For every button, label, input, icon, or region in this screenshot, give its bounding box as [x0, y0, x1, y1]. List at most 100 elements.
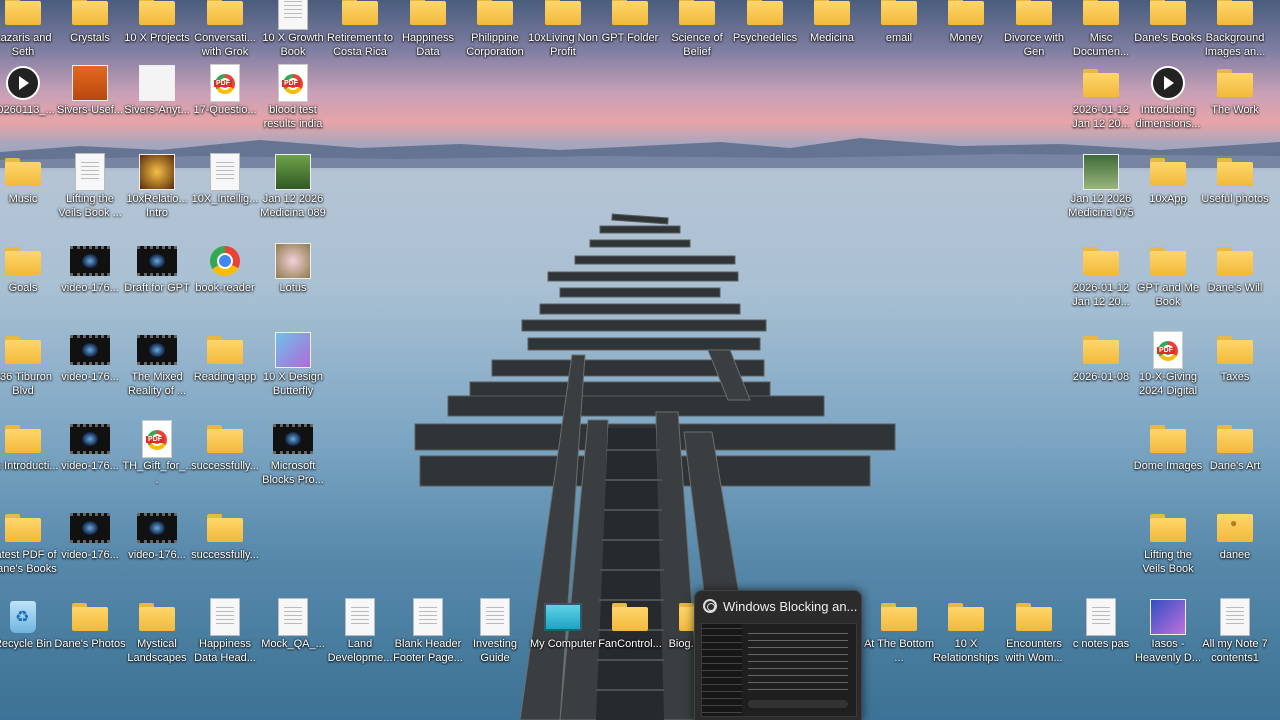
desktop-icon-music[interactable]: Music — [0, 155, 58, 206]
desktop-icon-dane-s-will[interactable]: Dane's Will — [1200, 244, 1270, 295]
desktop-icon-10-x-giving-2024-digital[interactable]: PDF 10-X-Giving 2024 Digital — [1133, 331, 1203, 398]
window-thumbnail[interactable] — [701, 623, 857, 717]
desktop-icon-an-introducti[interactable]: An Introducti... — [0, 422, 58, 473]
icon-label: Recycle Bin — [0, 638, 53, 650]
desktop-icon-jan-12-2026-medicina-089[interactable]: Jan 12 2026 Medicina 089 — [258, 154, 328, 220]
desktop-icon-misc-documen[interactable]: Misc Documen... — [1066, 0, 1136, 59]
desktop-icon-iasos-heavenly-d[interactable]: Iasos - Heavenly D... — [1133, 599, 1203, 665]
icon-label: video-176... — [61, 371, 119, 383]
desktop-icon-10xapp[interactable]: 10xApp — [1133, 155, 1203, 206]
desktop-icon-lifting-the-veils-book[interactable]: Lifting the Veils Book — [1133, 511, 1203, 576]
desktop-icon-10xliving-non-profit[interactable]: 10xLiving Non Profit — [528, 0, 598, 59]
desktop-icon-recycle-bin[interactable]: Recycle Bin — [0, 600, 58, 651]
desktop-icon-video-176[interactable]: video-176... — [55, 422, 125, 473]
desktop-icon-video-176[interactable]: video-176... — [55, 244, 125, 295]
desktop-icon-retirement-to-costa-rica[interactable]: Retirement to Costa Rica — [325, 0, 395, 59]
desktop-icon-gpt-and-me-book[interactable]: GPT and Me Book — [1133, 244, 1203, 309]
desktop[interactable]: Lazaris and Seth Crystals 10 X Projects Con… — [0, 0, 1280, 720]
icon-label: All my Note 7 contents1 — [1202, 638, 1268, 664]
desktop-icon-10xrelatio-intro[interactable]: 10xRelatio... Intro — [122, 154, 192, 220]
desktop-icon-jan-12-2026-medicina-075[interactable]: Jan 12 2026 Medicina 075 — [1066, 154, 1136, 220]
desktop-icon-introducing-dimensions[interactable]: Introducing dimensions... — [1133, 66, 1203, 131]
desktop-icon-philippine-corporation[interactable]: Philippine Corporation — [460, 0, 530, 59]
icon-label: TH_Gift_for_... — [122, 460, 192, 486]
desktop-icon-goals[interactable]: Goals — [0, 244, 58, 295]
desktop-icon-sivers-anyt[interactable]: Sivers-Anyt... — [122, 65, 192, 117]
icon-image — [205, 511, 245, 545]
folder-icon — [679, 0, 715, 25]
icon-image — [1081, 244, 1121, 278]
desktop-icon-video-176[interactable]: video-176... — [122, 511, 192, 562]
desktop-icon-microsoft-blocks-pro[interactable]: Microsoft Blocks Pro... — [258, 422, 328, 487]
desktop-icon-mystical-landscapes[interactable]: Mystical Landscapes — [122, 600, 192, 665]
desktop-icon-fancontrol[interactable]: FanControl... — [595, 600, 665, 651]
desktop-icon-at-the-bottom[interactable]: At The Bottom ... — [864, 600, 934, 665]
desktop-icon-the-mixed-reality-of[interactable]: The Mixed Reality of ... — [122, 333, 192, 398]
desktop-icon-investing-guide[interactable]: Investing Guide — [460, 598, 530, 665]
desktop-icon-blood-test-results-india[interactable]: PDF blood test results india — [258, 64, 328, 131]
desktop-icon-17-questio[interactable]: PDF 17-Questio... — [190, 64, 260, 117]
desktop-icon-lazaris-and-seth[interactable]: Lazaris and Seth — [0, 0, 58, 59]
desktop-icon-successfully[interactable]: successfully... — [190, 511, 260, 562]
desktop-icon-useful-photos[interactable]: Useful photos — [1200, 155, 1270, 206]
desktop-icon-all-my-note-7-contents1[interactable]: All my Note 7 contents1 — [1200, 598, 1270, 665]
desktop-icon-reading-app[interactable]: Reading app — [190, 333, 260, 384]
desktop-icon-taxes[interactable]: Taxes — [1200, 333, 1270, 384]
desktop-icon-crystals[interactable]: Crystals — [55, 0, 125, 45]
document-icon — [75, 153, 105, 191]
desktop-icon-conversati-with-grok[interactable]: Conversati... with Grok — [190, 0, 260, 59]
desktop-icon-lifting-the-veils-book[interactable]: Lifting the Veils Book ... — [55, 153, 125, 220]
desktop-icon-land-developme[interactable]: Land Developme... — [325, 598, 395, 665]
desktop-icon-20260113[interactable]: 20260113_... — [0, 66, 58, 117]
desktop-icon-blank-header-footer-page[interactable]: Blank Header Footer Page... — [393, 598, 463, 665]
icon-image — [70, 511, 110, 545]
desktop-icon-10-x-relationships[interactable]: 10 X Relationships — [931, 600, 1001, 665]
desktop-icon-medicina[interactable]: Medicina — [797, 0, 867, 45]
icon-image — [137, 333, 177, 367]
desktop-icon-psychedelics[interactable]: Psychedelics — [730, 0, 800, 45]
desktop-icon-dome-images[interactable]: Dome Images — [1133, 422, 1203, 473]
desktop-icon-10x-intellig[interactable]: 10X_Intellig... — [190, 153, 260, 206]
desktop-icon-dane-s-books[interactable]: Dane's Books — [1133, 0, 1203, 45]
desktop-icon-c-notes-pas[interactable]: c notes pas — [1066, 598, 1136, 651]
desktop-icon-book-reader[interactable]: book-reader — [190, 244, 260, 295]
desktop-icon-2026-01-12-jan-12-20[interactable]: 2026-01-12 Jan 12 20... — [1066, 244, 1136, 309]
desktop-icon-divorce-with-gen[interactable]: Divorce with Gen — [999, 0, 1069, 59]
desktop-icon-latest-pdf-of-dane-s-books[interactable]: Latest PDF of Dane's Books — [0, 511, 58, 576]
desktop-icon-background-images-an[interactable]: Background Images an... — [1200, 0, 1270, 59]
desktop-icon-2026-01-12-jan-12-20[interactable]: 2026-01-12 Jan 12 20... — [1066, 66, 1136, 131]
icon-image — [273, 154, 313, 190]
desktop-icon-science-of-belief[interactable]: Science of Belief — [662, 0, 732, 59]
desktop-icon-money[interactable]: Money — [931, 0, 1001, 45]
desktop-icon-10-x-projects[interactable]: 10 X Projects — [122, 0, 192, 45]
desktop-icon-sivers-usef[interactable]: Sivers-Usef... — [55, 65, 125, 117]
icon-image — [137, 154, 177, 190]
desktop-icon-dane-s-photos[interactable]: Dane's Photos — [54, 600, 126, 651]
desktop-icon-mock-qa[interactable]: Mock_QA_... — [258, 598, 328, 651]
folder-icon — [207, 0, 243, 25]
desktop-icon-happiness-data-head[interactable]: Happiness Data Head... — [190, 598, 260, 665]
desktop-icon-video-176[interactable]: video-176... — [55, 333, 125, 384]
desktop-icon-236-tiburon-blvd[interactable]: 236 Tiburon Blvd — [0, 333, 58, 398]
desktop-icon-lotus[interactable]: Lotus — [258, 243, 328, 295]
desktop-icon-dane-s-art[interactable]: Dane's Art — [1200, 422, 1270, 473]
desktop-icon-10-x-growth-book[interactable]: 10 X Growth Book — [258, 0, 328, 59]
desktop-icon-video-176[interactable]: video-176... — [55, 511, 125, 562]
desktop-icon-encounters-with-wom[interactable]: Encounters with Wom... — [999, 600, 1069, 665]
icon-label: Taxes — [1220, 371, 1250, 383]
desktop-icon-my-computer[interactable]: My Computer — [528, 600, 598, 651]
desktop-icon-draft-for-gpt[interactable]: Draft for GPT — [122, 244, 192, 295]
desktop-icon-the-work[interactable]: The Work — [1200, 66, 1270, 117]
desktop-icon-2026-01-08[interactable]: 2026-01-08 — [1066, 333, 1136, 384]
desktop-icon-th-gift-for[interactable]: PDF TH_Gift_for_... — [122, 420, 192, 487]
desktop-icon-10-x-design-butterfly[interactable]: 10 X Design Butterfly — [258, 332, 328, 398]
icon-image — [3, 155, 43, 189]
desktop-icon-email[interactable]: email — [864, 0, 934, 45]
desktop-icon-happiness-data[interactable]: Happiness Data — [393, 0, 463, 59]
icon-label: Philippine Corporation — [466, 32, 524, 58]
icon-image — [205, 333, 245, 367]
desktop-icon-gpt-folder[interactable]: GPT Folder — [595, 0, 665, 45]
taskbar-preview-popup[interactable]: Windows Blocking an... — [694, 590, 862, 720]
desktop-icon-danee[interactable]: danee — [1200, 511, 1270, 562]
desktop-icon-successfully[interactable]: successfully... — [190, 422, 260, 473]
